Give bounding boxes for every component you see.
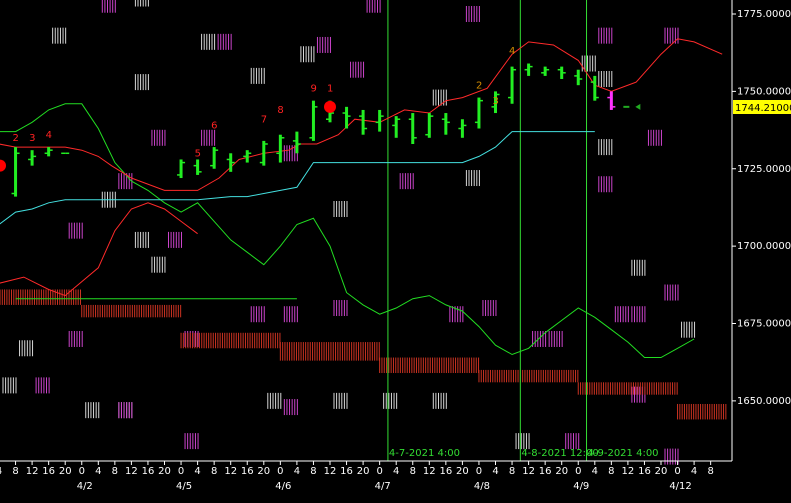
- y-tick-label: 1650.00000: [737, 396, 791, 407]
- current-price-box: 1744.21000: [733, 100, 791, 114]
- x-day-label: 4/8: [474, 481, 490, 492]
- x-hour-label: 20: [655, 466, 668, 477]
- y-tick-label: 1700.00000: [737, 241, 791, 252]
- x-hour-label: 0: [277, 466, 283, 477]
- x-hour-label: 8: [410, 466, 416, 477]
- x-hour-label: 20: [555, 466, 568, 477]
- x-hour-label: 16: [241, 466, 254, 477]
- x-hour-label: 4: [393, 466, 399, 477]
- price-box-label: 1744.21000: [735, 103, 791, 114]
- x-hour-label: 20: [357, 466, 370, 477]
- x-hour-label: 12: [125, 466, 138, 477]
- x-hour-label: 20: [59, 466, 72, 477]
- x-day-label: 4/7: [375, 481, 391, 492]
- x-hour-label: 16: [42, 466, 55, 477]
- y-tick-label: 1750.00000: [737, 86, 791, 97]
- x-day-label: 4/12: [669, 481, 691, 492]
- x-day-label: 4/6: [275, 481, 291, 492]
- x-hour-label: 20: [257, 466, 270, 477]
- wave-label: 6: [211, 121, 217, 132]
- x-hour-label: 12: [324, 466, 337, 477]
- x-hour-label: 16: [539, 466, 552, 477]
- x-hour-label: 16: [340, 466, 353, 477]
- x-hour-label: 4: [691, 466, 697, 477]
- x-hour-label: 0: [376, 466, 382, 477]
- x-hour-label: 8: [608, 466, 614, 477]
- x-hour-label: 8: [112, 466, 118, 477]
- wave-label: 2: [476, 80, 482, 91]
- wave-label: 5: [195, 148, 201, 159]
- x-hour-label: 4: [95, 466, 101, 477]
- x-hour-label: 0: [674, 466, 680, 477]
- x-day-label: 4/9: [573, 481, 589, 492]
- x-hour-label: 0: [79, 466, 85, 477]
- x-hour-label: 8: [509, 466, 515, 477]
- x-hour-label: 0: [476, 466, 482, 477]
- x-hour-label: 8: [310, 466, 316, 477]
- chart-background: [0, 0, 791, 503]
- x-hour-label: 16: [439, 466, 452, 477]
- x-hour-label: 4: [194, 466, 200, 477]
- x-hour-label: 0: [178, 466, 184, 477]
- x-hour-label: 8: [12, 466, 18, 477]
- wave-label: 3: [29, 133, 35, 144]
- x-hour-label: 8: [707, 466, 713, 477]
- wave-label: 4: [509, 46, 515, 57]
- y-tick-label: 1775.00000: [737, 9, 791, 20]
- y-tick-label: 1675.00000: [737, 319, 791, 330]
- x-hour-label: 12: [26, 466, 39, 477]
- chart-canvas: 4-7-2021 4:00 4-8-2021 12:004-9-2021 4:00…: [0, 0, 791, 503]
- x-hour-label: 4: [592, 466, 598, 477]
- vertical-marker-label: 4-9-2021 4:00: [588, 448, 659, 459]
- x-hour-label: 4: [492, 466, 498, 477]
- wave-label: 7: [261, 114, 267, 125]
- x-hour-label: 16: [638, 466, 651, 477]
- wave-label: 1: [327, 83, 333, 94]
- signal-marker: [324, 100, 336, 113]
- wave-label: 4: [46, 130, 52, 141]
- x-hour-label: 0: [575, 466, 581, 477]
- x-day-label: 4/5: [176, 481, 192, 492]
- x-day-label: 4/2: [77, 481, 93, 492]
- x-hour-label: 12: [224, 466, 237, 477]
- x-hour-label: 12: [622, 466, 635, 477]
- vertical-marker-label: 4-7-2021 4:00: [389, 448, 460, 459]
- wave-label: 8: [277, 105, 283, 116]
- wave-label: 9: [310, 83, 316, 94]
- x-hour-label: 20: [456, 466, 469, 477]
- x-hour-label: 12: [423, 466, 436, 477]
- wave-label: 2: [13, 133, 19, 144]
- x-hour-label: 8: [211, 466, 217, 477]
- x-hour-label: 20: [158, 466, 171, 477]
- x-hour-label: 16: [142, 466, 155, 477]
- wave-label: 3: [493, 96, 499, 107]
- x-hour-label: 4: [294, 466, 300, 477]
- y-tick-label: 1725.00000: [737, 164, 791, 175]
- x-hour-label: 12: [522, 466, 535, 477]
- x-hour-label: 4: [0, 466, 2, 477]
